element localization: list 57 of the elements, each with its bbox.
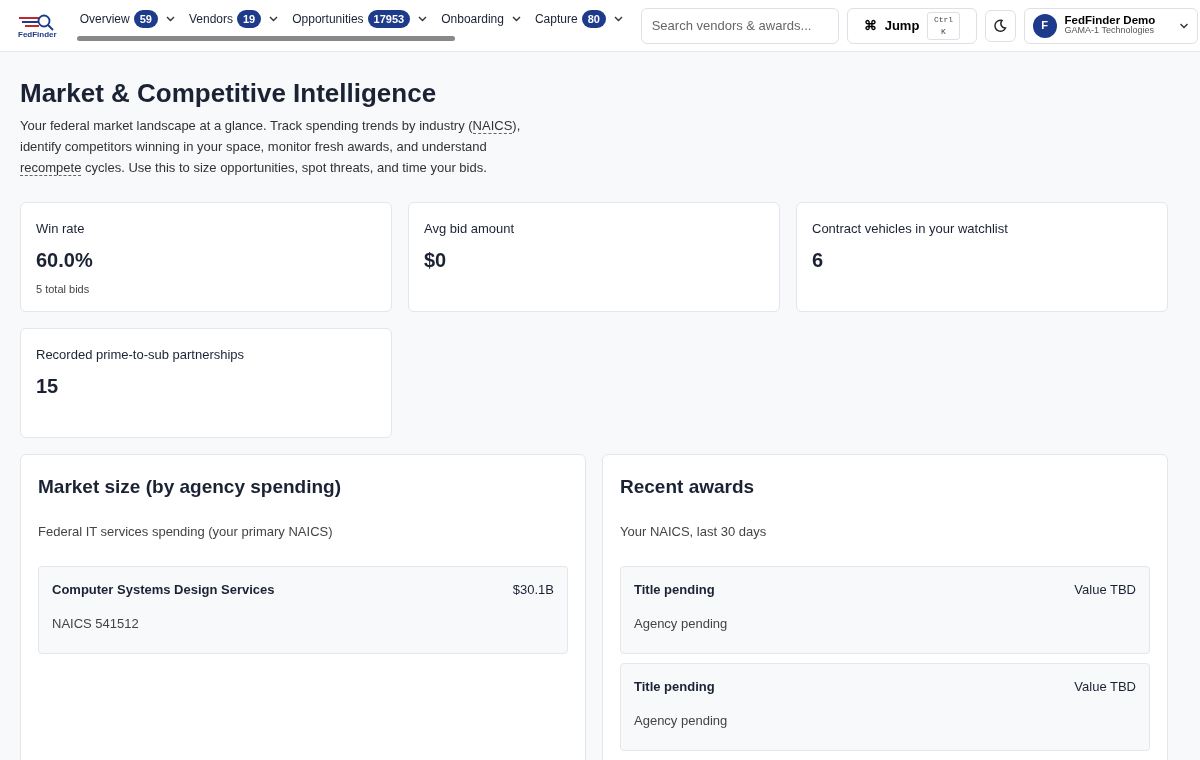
nav-menu-item[interactable]: Opportunities 17953 (285, 9, 435, 29)
nav-menu-item[interactable]: Vendors 19 (181, 9, 286, 29)
panel-subtitle: Your NAICS, last 30 days (620, 522, 768, 541)
theme-toggle-button[interactable] (984, 9, 1016, 42)
chevron-down-icon (165, 16, 175, 22)
stat-label: Recorded prime-to-sub partnerships (36, 346, 246, 365)
stat-label: Contract vehicles in your watchlist (812, 220, 1009, 239)
nav-menu-item[interactable]: Onboarding (434, 10, 528, 28)
naics-code: NAICS 541512 (52, 614, 140, 633)
moon-icon (993, 18, 1008, 33)
agency-name: Agency pending (634, 711, 729, 730)
term-link[interactable]: NAICS (472, 118, 513, 135)
chevron-down-icon (511, 16, 521, 22)
nav-menu-item[interactable]: Overview 59 (72, 9, 182, 29)
nav-menu-item[interactable]: Capture 80 (527, 9, 629, 29)
panel-subtitle: Federal IT services spending (your primary NAICS) (38, 522, 334, 541)
award-title: Title pending (634, 581, 715, 600)
count-badge: 80 (581, 9, 606, 29)
stat-value: 60.0% (36, 247, 94, 273)
command-icon: ⌘ (863, 15, 877, 36)
panel-title: Market size (by agency spending) (38, 475, 343, 500)
market-item[interactable]: Computer Systems Design Services $30.1B NAICS 541512 (38, 566, 568, 655)
spending-amount: $30.1B (512, 581, 554, 600)
organization-name: GAMA-1 Technologies (1064, 26, 1154, 37)
agency-name: Agency pending (634, 614, 729, 633)
user-menu-button[interactable]: F FedFinder Demo GAMA-1 Technologies (1023, 7, 1199, 44)
industry-name: Computer Systems Design Services (52, 581, 275, 600)
award-value: Value TBD (1074, 581, 1136, 600)
chevron-down-icon (269, 16, 279, 22)
award-value: Value TBD (1074, 678, 1136, 697)
count-badge: 19 (237, 9, 262, 29)
stat-value: 15 (36, 373, 60, 399)
chevron-down-icon (613, 16, 623, 22)
page-description: Your federal market landscape at a glance. Track spending trends by industry (NAICS), identify competitors winning in your space, monitor fresh awards, and understand recompete cycles. Use this to size opportunities, spot threats, and time your bids. (20, 117, 522, 179)
jump-button[interactable]: ⌘ Jump Ctrl K (846, 7, 977, 44)
search-field[interactable]: Search vendors & awards... (640, 7, 839, 44)
term-link[interactable]: recompete (20, 160, 82, 177)
award-item[interactable]: Title pending Value TBD Agency pending (620, 566, 1150, 655)
stat-label: Avg bid amount (424, 220, 516, 239)
count-badge: 59 (133, 9, 158, 29)
avatar: F (1032, 13, 1057, 38)
logo-icon (19, 12, 56, 31)
stat-label: Win rate (36, 220, 86, 239)
stat-note: 5 total bids (36, 281, 91, 297)
page-title: Market & Competitive Intelligence (20, 78, 438, 110)
stat-value: 6 (812, 247, 825, 273)
chevron-down-icon (1179, 22, 1190, 29)
shortcut-key: Ctrl K (927, 11, 960, 40)
chevron-down-icon (418, 16, 428, 22)
user-name: FedFinder Demo (1064, 14, 1156, 26)
panel-title: Recent awards (620, 475, 756, 500)
stat-value: $0 (424, 247, 448, 273)
count-badge: 17953 (367, 9, 411, 29)
award-title: Title pending (634, 678, 715, 697)
scrollbar-thumb[interactable] (76, 36, 455, 42)
award-item[interactable]: Title pending Value TBD Agency pending (620, 663, 1150, 752)
brand-name: FedFinder (18, 30, 57, 39)
